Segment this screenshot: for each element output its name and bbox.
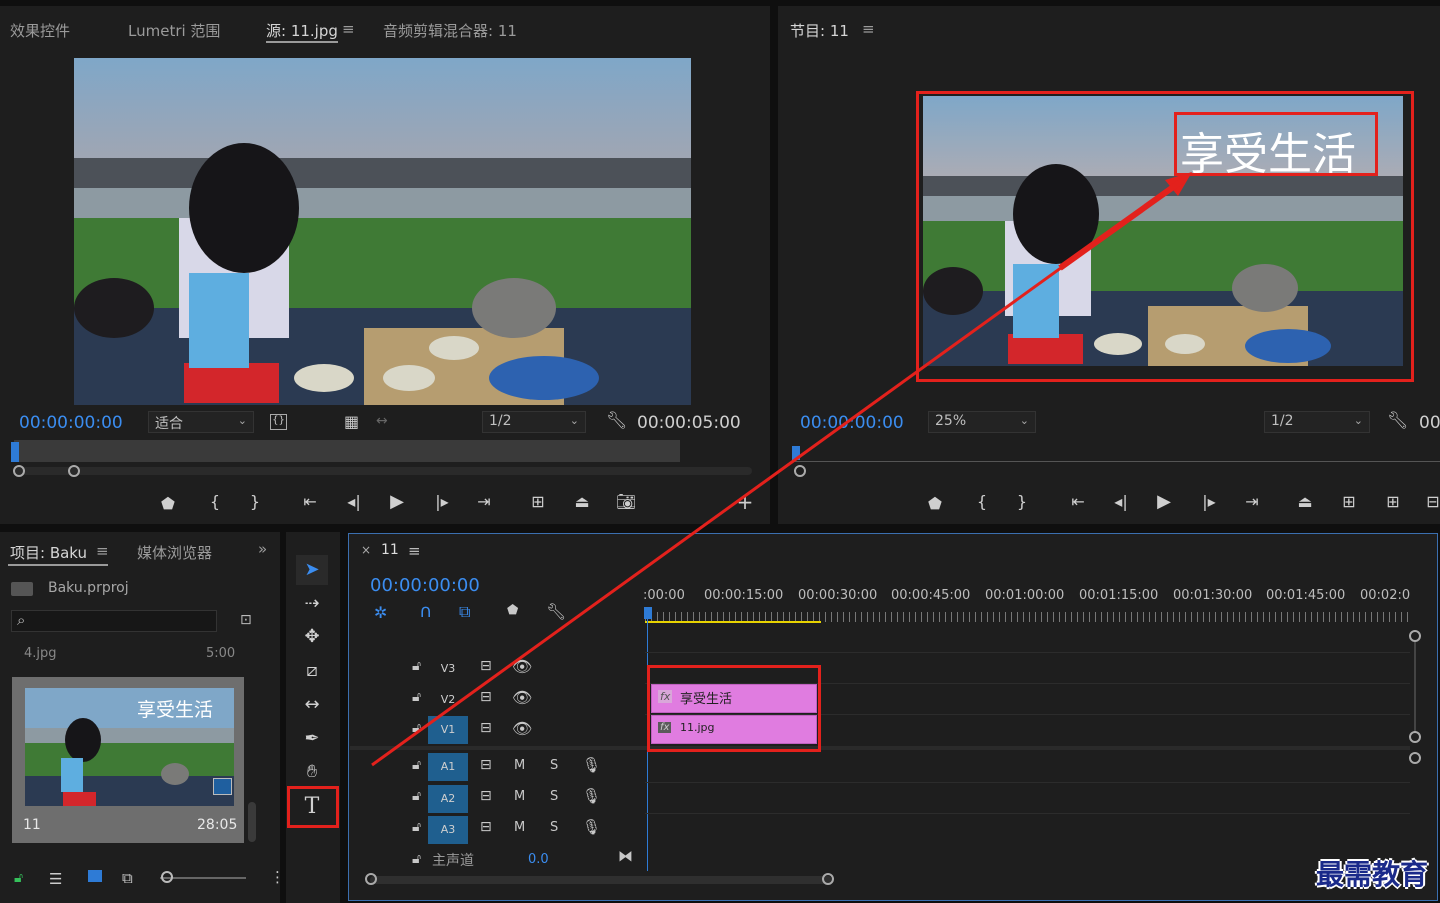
watermark-logo: 最需教育 (1316, 858, 1429, 891)
annotation-arrow (371, 172, 1192, 767)
